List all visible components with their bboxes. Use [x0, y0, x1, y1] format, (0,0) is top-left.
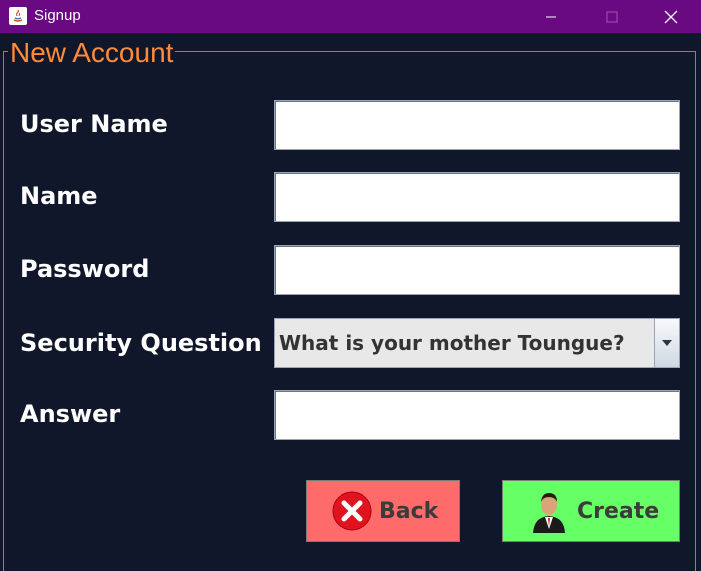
user-name-label: User Name [20, 110, 168, 138]
user-avatar-icon [531, 489, 567, 533]
security-question-label: Security Question [20, 329, 262, 357]
group-title: New Account [8, 36, 176, 70]
back-button[interactable]: Back [306, 480, 460, 542]
answer-label: Answer [20, 400, 121, 428]
signup-form-panel: New Account User Name Name Password Secu… [0, 33, 701, 571]
password-input[interactable] [274, 245, 680, 295]
security-question-select[interactable]: What is your mother Toungue? [274, 318, 680, 368]
security-question-value: What is your mother Toungue? [279, 331, 625, 355]
minimize-button[interactable] [528, 0, 574, 33]
user-name-input[interactable] [274, 100, 680, 150]
close-button[interactable] [648, 0, 694, 33]
chevron-down-icon [662, 340, 672, 346]
maximize-icon [606, 11, 618, 22]
name-label: Name [20, 182, 98, 210]
name-input[interactable] [274, 172, 680, 222]
create-button[interactable]: Create [502, 480, 680, 542]
password-label: Password [20, 255, 150, 283]
back-label: Back [379, 498, 439, 524]
answer-input[interactable] [274, 390, 680, 440]
title-bar: Signup [0, 0, 701, 33]
cancel-icon [332, 491, 372, 531]
close-icon [664, 10, 678, 23]
create-label: Create [577, 498, 660, 524]
java-icon [9, 7, 27, 25]
window-title: Signup [34, 7, 81, 24]
maximize-button[interactable] [589, 0, 635, 33]
minimize-icon [546, 16, 556, 17]
dropdown-arrow-button[interactable] [654, 319, 679, 367]
